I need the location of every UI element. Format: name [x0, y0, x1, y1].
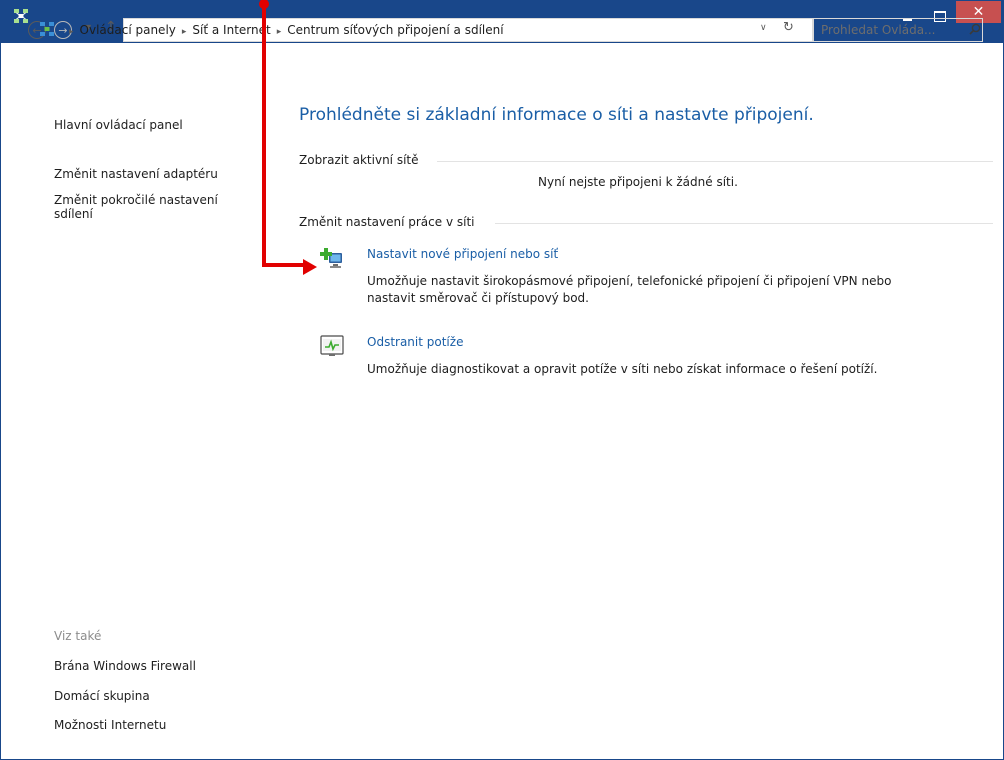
breadcrumb-separator-icon[interactable]: ▸: [277, 27, 282, 37]
no-network-status: Nyní nejste připojeni k žádné síti.: [538, 175, 738, 189]
annotation-line: [262, 3, 266, 267]
breadcrumb-control-panel[interactable]: Ovládací panely: [80, 23, 176, 37]
change-settings-label: Změnit nastavení práce v síti: [299, 215, 475, 229]
active-networks-label: Zobrazit aktivní sítě: [299, 153, 419, 167]
breadcrumb-network-center[interactable]: Centrum síťových připojení a sdílení: [287, 23, 503, 37]
troubleshoot-icon[interactable]: [320, 334, 344, 358]
sidebar-item-label: Změnit pokročilé nastavení: [54, 193, 218, 207]
new-connection-icon[interactable]: [320, 247, 344, 271]
navigation-bar: [1, 43, 1003, 87]
breadcrumb-network-internet[interactable]: Síť a Internet: [192, 23, 270, 37]
section-divider: [437, 161, 993, 162]
see-also-heading: Viz také: [54, 629, 102, 643]
search-icon[interactable]: [969, 23, 981, 35]
sidebar-item-firewall[interactable]: Brána Windows Firewall: [54, 659, 196, 673]
setup-connection-description: Umožňuje nastavit širokopásmové připojen…: [367, 273, 987, 307]
breadcrumb-separator-icon[interactable]: ▸: [69, 27, 74, 37]
network-center-icon: [40, 22, 54, 36]
breadcrumb: ▸ Ovládací panely ▸ Síť a Internet ▸ Centrum …: [63, 23, 504, 37]
annotation-arrow-icon: [303, 259, 317, 275]
window: Centrum síťových připojení a sdílení ✕ ←…: [0, 0, 1004, 760]
annotation-line: [262, 263, 306, 267]
refresh-icon[interactable]: ↻: [783, 20, 794, 35]
description-line: Umožňuje nastavit širokopásmové připojen…: [367, 274, 892, 288]
troubleshoot-link[interactable]: Odstranit potíže: [367, 335, 463, 349]
sidebar-item-advanced-sharing[interactable]: Změnit pokročilé nastavení sdílení: [54, 193, 218, 221]
section-divider: [495, 223, 993, 224]
sidebar-item-internet-options[interactable]: Možnosti Internetu: [54, 718, 166, 732]
page-title: Prohlédněte si základní informace o síti…: [299, 105, 814, 125]
breadcrumb-separator-icon[interactable]: ▸: [182, 27, 187, 37]
sidebar-item-adapter-settings[interactable]: Změnit nastavení adaptéru: [54, 167, 218, 181]
sidebar-item-label: sdílení: [54, 207, 93, 221]
description-line: nastavit směrovač či přístupový bod.: [367, 291, 589, 305]
setup-connection-link[interactable]: Nastavit nové připojení nebo síť: [367, 247, 558, 261]
troubleshoot-description: Umožňuje diagnostikovat a opravit potíže…: [367, 362, 878, 376]
sidebar-item-home[interactable]: Hlavní ovládací panel: [54, 118, 183, 132]
search-input[interactable]: Prohledat Ovláda...: [821, 23, 936, 37]
sidebar-item-homegroup[interactable]: Domácí skupina: [54, 689, 150, 703]
address-dropdown-icon[interactable]: ∨: [760, 23, 767, 33]
